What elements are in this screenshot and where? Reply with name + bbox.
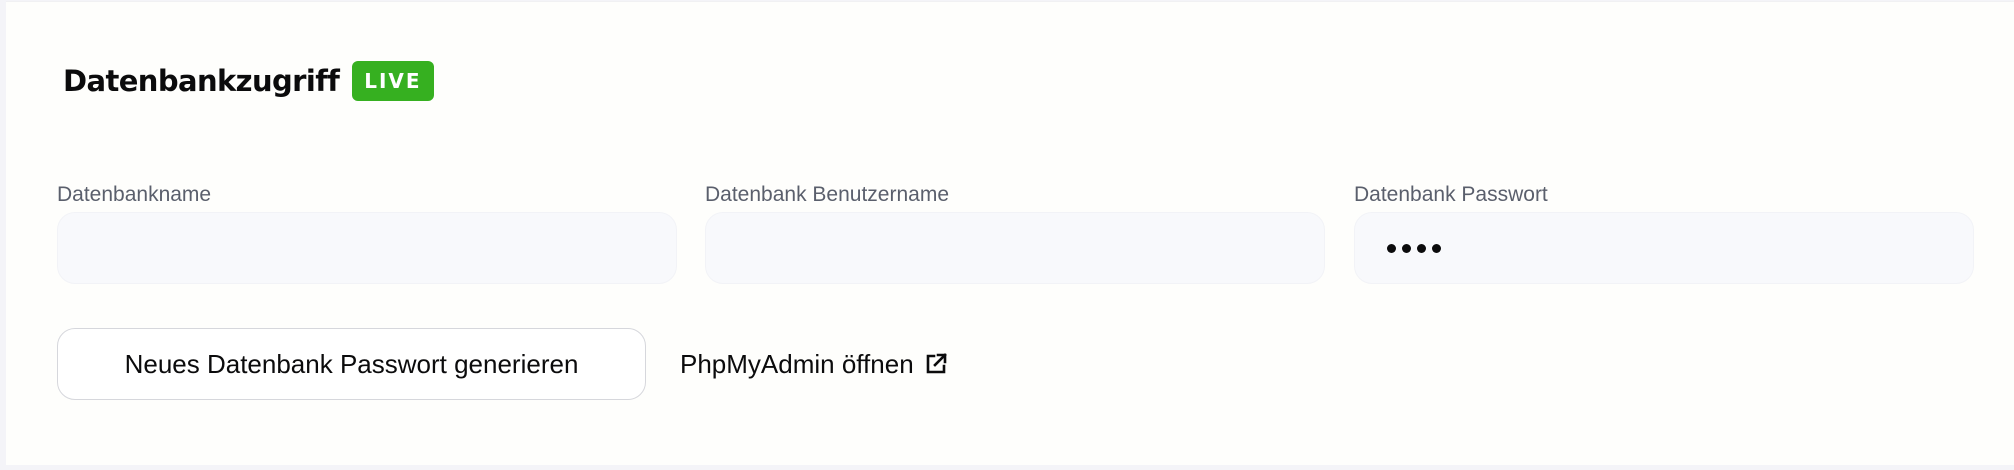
db-password-label: Datenbank Passwort [1354, 183, 1548, 206]
phpmyadmin-link-label: PhpMyAdmin öffnen [680, 348, 914, 379]
section-header: Datenbankzugriff LIVE [63, 60, 434, 101]
db-user-field: Datenbank Benutzername [705, 180, 1325, 284]
generate-password-button[interactable]: Neues Datenbank Passwort generieren [57, 328, 646, 400]
password-mask-dot [1402, 243, 1411, 253]
db-name-label: Datenbankname [57, 183, 212, 206]
password-mask [1387, 243, 1441, 253]
db-user-label: Datenbank Benutzername [705, 183, 949, 206]
phpmyadmin-link[interactable]: PhpMyAdmin öffnen [680, 345, 948, 383]
db-user-input[interactable] [705, 212, 1325, 284]
db-password-field: Datenbank Passwort [1354, 180, 1974, 284]
external-link-icon [924, 352, 948, 376]
password-mask-dot [1387, 243, 1396, 253]
password-mask-dot [1432, 243, 1441, 253]
db-name-input[interactable] [57, 212, 677, 284]
section-title: Datenbankzugriff [63, 63, 340, 98]
db-name-field: Datenbankname [57, 180, 677, 284]
password-mask-dot [1417, 243, 1426, 253]
live-badge: LIVE [352, 60, 434, 101]
db-password-input[interactable] [1354, 212, 1974, 284]
